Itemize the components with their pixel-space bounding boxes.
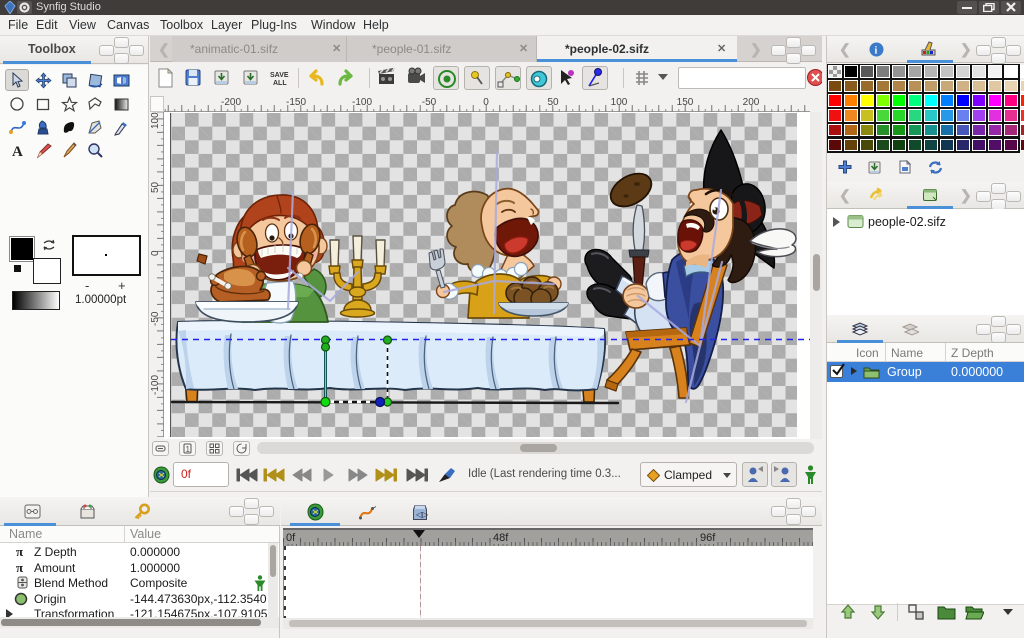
svg-text:1: 1: [186, 445, 191, 454]
svg-text:SAVE: SAVE: [270, 72, 289, 79]
svg-text:π: π: [16, 561, 23, 573]
svg-text:A: A: [12, 144, 23, 159]
svg-text:◁▷: ◁▷: [416, 510, 428, 519]
svg-text:i: i: [875, 46, 878, 57]
svg-text:ALL: ALL: [273, 80, 287, 87]
svg-text:π: π: [16, 545, 23, 557]
